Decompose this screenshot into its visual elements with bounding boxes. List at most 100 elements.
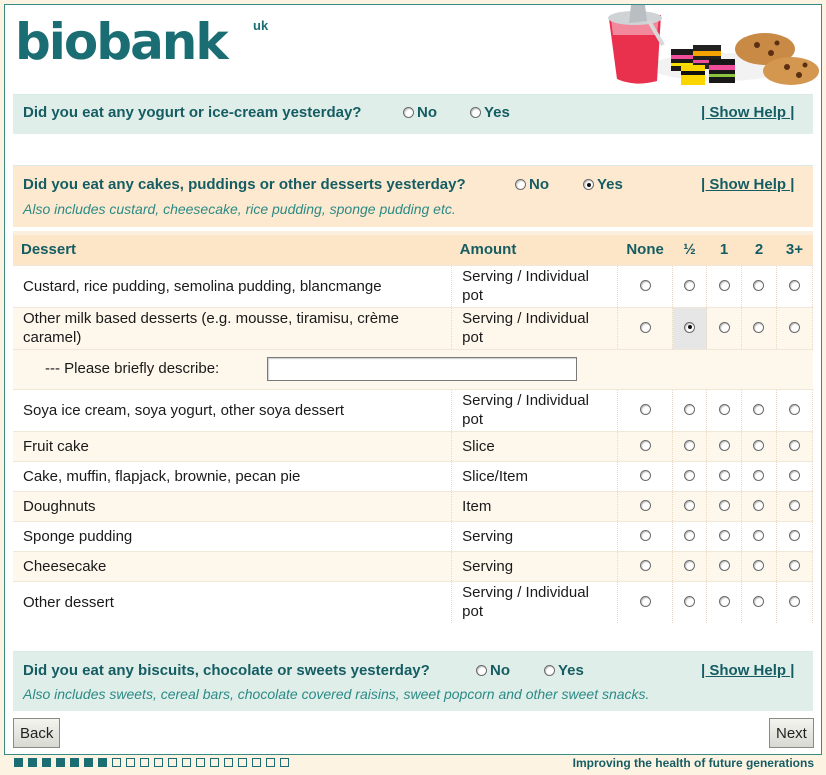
- amount-half-radio[interactable]: [684, 279, 696, 291]
- amount-three-plus-radio[interactable]: [788, 499, 800, 511]
- dessert-name: Other milk based desserts (e.g. mousse, …: [13, 306, 453, 349]
- next-button[interactable]: Next: [769, 718, 814, 748]
- amount-one-radio[interactable]: [718, 469, 730, 481]
- dessert-amount: Slice: [451, 430, 619, 461]
- sweets-no-radio[interactable]: [476, 665, 487, 676]
- amount-none-radio[interactable]: [639, 559, 651, 571]
- desserts-no-radio[interactable]: [515, 179, 526, 190]
- amount-two-radio[interactable]: [753, 439, 765, 451]
- sweets-yes-radio[interactable]: [544, 665, 555, 676]
- amount-three-plus-radio[interactable]: [788, 595, 800, 607]
- amount-half-radio[interactable]: [684, 321, 696, 333]
- amount-none-radio[interactable]: [639, 439, 651, 451]
- questionnaire-frame: biobank uk Did you eat any yogurt or ice…: [4, 4, 822, 755]
- dessert-amount: Serving: [451, 550, 619, 581]
- amount-none-radio[interactable]: [639, 403, 651, 415]
- amount-none-radio[interactable]: [639, 529, 651, 541]
- amount-one-radio[interactable]: [718, 595, 730, 607]
- dessert-name: Sponge pudding: [13, 520, 453, 551]
- dessert-amount: Item: [451, 490, 619, 521]
- question-yogurt: Did you eat any yogurt or ice-cream yest…: [13, 94, 813, 134]
- sweets-no-option[interactable]: No: [476, 662, 510, 679]
- yogurt-yes-option[interactable]: Yes: [470, 104, 510, 121]
- amount-none-radio[interactable]: [639, 595, 651, 607]
- progress-square: [252, 758, 261, 767]
- yogurt-no-radio[interactable]: [403, 107, 414, 118]
- amount-half-radio[interactable]: [684, 559, 696, 571]
- amount-none-radio[interactable]: [639, 499, 651, 511]
- amount-two-radio[interactable]: [753, 469, 765, 481]
- amount-two-radio[interactable]: [753, 321, 765, 333]
- amount-one-radio[interactable]: [718, 321, 730, 333]
- yogurt-yes-label: Yes: [484, 104, 510, 121]
- progress-square: [182, 758, 191, 767]
- amount-two-radio[interactable]: [753, 595, 765, 607]
- amount-one-radio[interactable]: [718, 529, 730, 541]
- question-desserts: Did you eat any cakes, puddings or other…: [13, 165, 813, 227]
- amount-one-radio[interactable]: [718, 403, 730, 415]
- amount-three-plus-radio[interactable]: [788, 321, 800, 333]
- sweets-no-label: No: [490, 662, 510, 679]
- dessert-amount: Serving / Individual pot: [451, 306, 619, 349]
- amount-two-radio[interactable]: [753, 279, 765, 291]
- progress-square: [280, 758, 289, 767]
- header-one: 1: [706, 231, 742, 265]
- amount-half-radio[interactable]: [684, 499, 696, 511]
- amount-three-plus-radio[interactable]: [788, 559, 800, 571]
- header-two: 2: [741, 231, 777, 265]
- progress-square: [126, 758, 135, 767]
- table-row: Cheesecake Serving: [13, 550, 814, 581]
- amount-one-radio[interactable]: [718, 439, 730, 451]
- amount-half-radio[interactable]: [684, 595, 696, 607]
- amount-half-radio[interactable]: [684, 403, 696, 415]
- amount-three-plus-radio[interactable]: [788, 529, 800, 541]
- amount-three-plus-radio[interactable]: [788, 469, 800, 481]
- table-row: Fruit cake Slice: [13, 430, 814, 461]
- desserts-illustration: [608, 5, 819, 85]
- describe-input[interactable]: [267, 357, 578, 381]
- header: biobank uk: [5, 5, 821, 91]
- dessert-name: Soya ice cream, soya yogurt, other soya …: [13, 388, 453, 431]
- yogurt-no-option[interactable]: No: [403, 104, 437, 121]
- amount-three-plus-radio[interactable]: [788, 279, 800, 291]
- amount-half-radio[interactable]: [684, 439, 696, 451]
- amount-half-radio[interactable]: [684, 469, 696, 481]
- dessert-name: Fruit cake: [13, 430, 453, 461]
- dessert-name: Custard, rice pudding, semolina pudding,…: [13, 264, 453, 307]
- amount-one-radio[interactable]: [718, 499, 730, 511]
- dessert-amount: Serving / Individual pot: [451, 580, 619, 623]
- amount-none-radio[interactable]: [639, 279, 651, 291]
- amount-none-radio[interactable]: [639, 321, 651, 333]
- yogurt-yes-radio[interactable]: [470, 107, 481, 118]
- amount-two-radio[interactable]: [753, 403, 765, 415]
- amount-three-plus-radio[interactable]: [788, 439, 800, 451]
- question-desserts-text: Did you eat any cakes, puddings or other…: [23, 176, 466, 193]
- amount-three-plus-radio[interactable]: [788, 403, 800, 415]
- amount-one-radio[interactable]: [718, 279, 730, 291]
- progress-square: [196, 758, 205, 767]
- amount-one-radio[interactable]: [718, 559, 730, 571]
- header-amount: Amount: [451, 231, 618, 265]
- desserts-yes-option[interactable]: Yes: [583, 176, 623, 193]
- desserts-yes-radio[interactable]: [583, 179, 594, 190]
- progress-square: [42, 758, 51, 767]
- progress-square: [210, 758, 219, 767]
- dessert-amount: Serving: [451, 520, 619, 551]
- dessert-name: Cake, muffin, flapjack, brownie, pecan p…: [13, 460, 453, 491]
- question-sweets-subtitle: Also includes sweets, cereal bars, choco…: [23, 686, 650, 702]
- yogurt-show-help-link[interactable]: | Show Help |: [701, 104, 794, 121]
- header-none: None: [617, 231, 673, 265]
- amount-two-radio[interactable]: [753, 559, 765, 571]
- sweets-show-help-link[interactable]: | Show Help |: [701, 662, 794, 679]
- amount-half-radio[interactable]: [684, 529, 696, 541]
- back-button[interactable]: Back: [13, 718, 61, 748]
- amount-none-radio[interactable]: [639, 469, 651, 481]
- desserts-no-option[interactable]: No: [515, 176, 549, 193]
- progress-indicator: [14, 758, 289, 767]
- amount-two-radio[interactable]: [753, 529, 765, 541]
- amount-two-radio[interactable]: [753, 499, 765, 511]
- desserts-show-help-link[interactable]: | Show Help |: [701, 176, 794, 193]
- progress-square: [154, 758, 163, 767]
- question-sweets-text: Did you eat any biscuits, chocolate or s…: [23, 662, 430, 679]
- sweets-yes-option[interactable]: Yes: [544, 662, 584, 679]
